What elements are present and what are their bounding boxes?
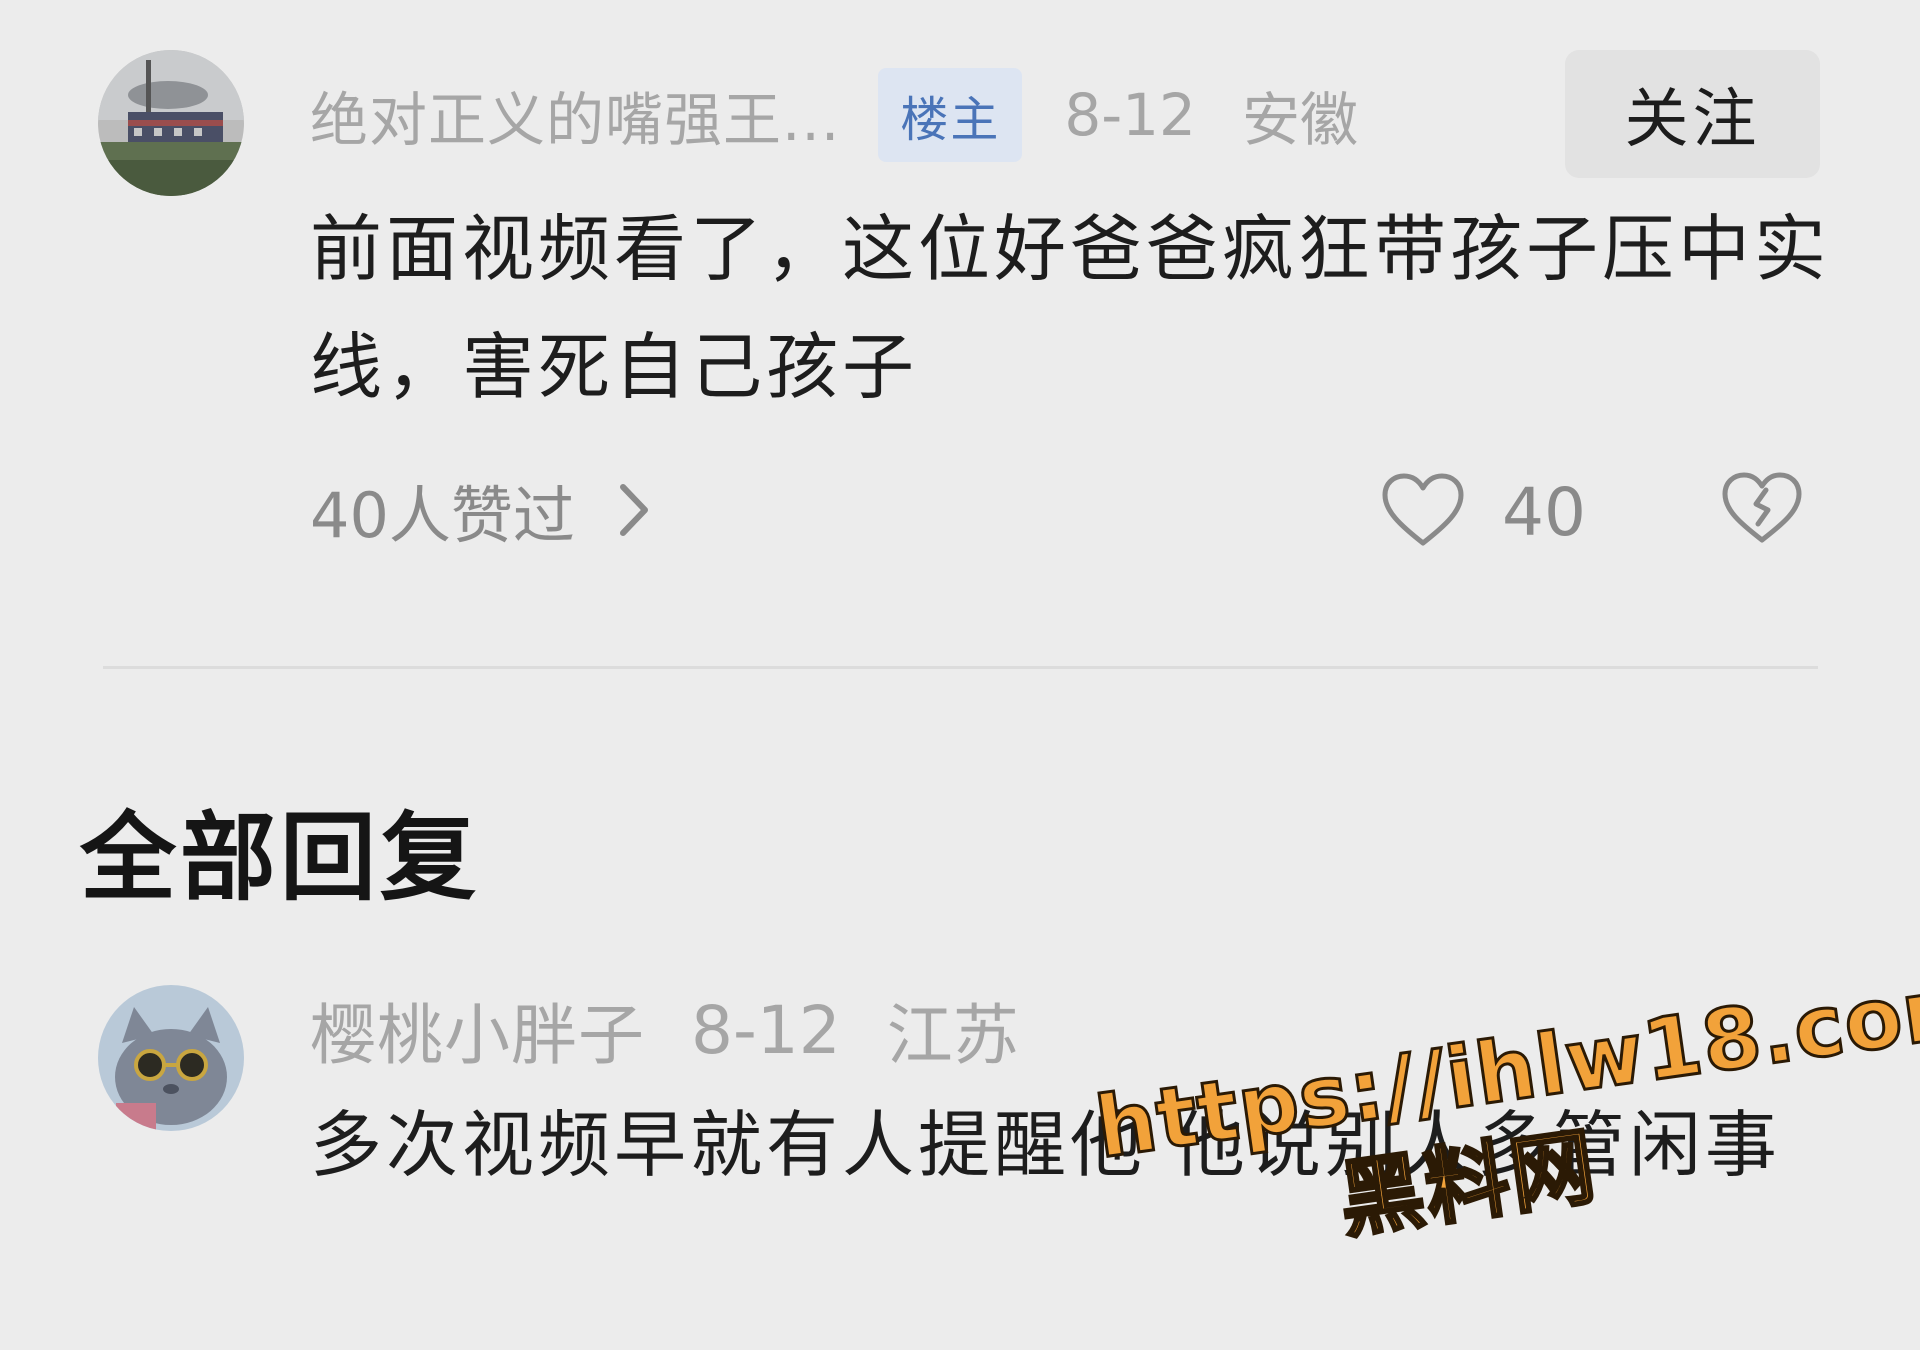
profile-photo-building-icon <box>98 50 244 196</box>
broken-heart-outline-icon[interactable] <box>1720 470 1804 550</box>
likers-link[interactable]: 40人赞过 <box>310 460 651 560</box>
reply-author-name[interactable]: 樱桃小胖子 <box>310 982 645 1078</box>
follow-button[interactable]: 关注 <box>1565 50 1820 178</box>
author-name[interactable]: 绝对正义的嘴强王... <box>310 73 840 157</box>
reply-date: 8-12 <box>691 991 841 1069</box>
op-badge: 楼主 <box>878 68 1023 162</box>
comment-header: 绝对正义的嘴强王... 楼主 8-12 安徽 <box>310 60 1358 170</box>
comment-text: 前面视频看了，这位好爸爸疯狂带孩子压中实线，害死自己孩子 <box>310 207 1831 409</box>
replies-section-title: 全部回复 <box>80 802 480 914</box>
likers-label: 40人赞过 <box>310 479 575 552</box>
divider <box>103 666 1818 669</box>
heart-outline-icon <box>1380 471 1466 553</box>
reply-author-avatar[interactable] <box>98 985 244 1131</box>
comment-region: 安徽 <box>1241 86 1358 154</box>
reply-text: 多次视频早就有人提醒他 他说别人多管闲事 <box>310 1103 1781 1187</box>
reply-header: 樱桃小胖子 8-12 江苏 <box>310 975 1019 1085</box>
like-button[interactable]: 40 <box>1380 462 1586 562</box>
reply-region: 江苏 <box>886 997 1019 1074</box>
author-avatar[interactable] <box>98 50 244 196</box>
chevron-right-icon <box>617 481 651 539</box>
cat-with-sunglasses-icon <box>98 985 244 1131</box>
comment-date: 8-12 <box>1064 81 1196 149</box>
main-comment: 绝对正义的嘴强王... 楼主 8-12 安徽 关注 前面视频看了，这位好爸爸疯狂… <box>0 0 1920 660</box>
like-count: 40 <box>1502 473 1586 551</box>
